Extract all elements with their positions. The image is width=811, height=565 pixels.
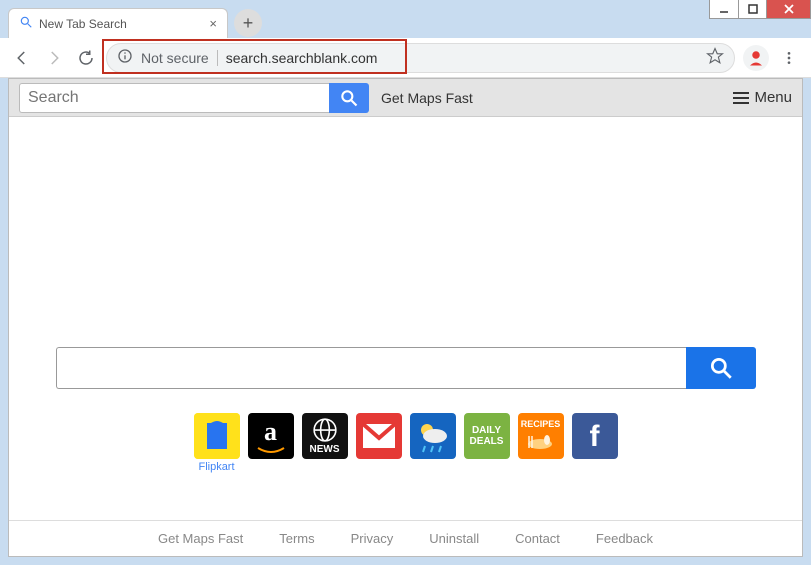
flipkart-icon bbox=[194, 413, 240, 459]
close-tab-icon[interactable]: × bbox=[209, 16, 217, 31]
tile-facebook[interactable]: f bbox=[572, 413, 618, 459]
tab-strip: New Tab Search × + bbox=[8, 8, 262, 38]
main-search-button[interactable] bbox=[686, 347, 756, 389]
url-text: search.searchblank.com bbox=[226, 50, 378, 66]
footer-maps-link[interactable]: Get Maps Fast bbox=[158, 531, 243, 546]
page-content: Get Maps Fast Menu Flipkart a bbox=[8, 78, 803, 557]
tile-flipkart[interactable]: Flipkart bbox=[194, 413, 240, 473]
tile-weather[interactable] bbox=[410, 413, 456, 459]
tile-amazon[interactable]: a bbox=[248, 413, 294, 459]
footer-terms-link[interactable]: Terms bbox=[279, 531, 314, 546]
footer-privacy-link[interactable]: Privacy bbox=[351, 531, 394, 546]
search-icon bbox=[19, 15, 33, 32]
tile-gmail[interactable] bbox=[356, 413, 402, 459]
address-bar[interactable]: Not secure search.searchblank.com bbox=[106, 43, 735, 73]
security-label: Not secure bbox=[141, 50, 218, 66]
weather-icon bbox=[410, 413, 456, 459]
top-search-button[interactable] bbox=[329, 83, 369, 113]
top-search-input[interactable] bbox=[19, 83, 329, 113]
window-controls bbox=[709, 0, 811, 19]
minimize-button[interactable] bbox=[710, 0, 738, 18]
footer-uninstall-link[interactable]: Uninstall bbox=[429, 531, 479, 546]
browser-tab[interactable]: New Tab Search × bbox=[8, 8, 228, 38]
news-icon: NEWS bbox=[302, 413, 348, 459]
reload-button[interactable] bbox=[74, 46, 98, 70]
get-maps-fast-link[interactable]: Get Maps Fast bbox=[381, 90, 473, 106]
hamburger-icon bbox=[733, 92, 749, 104]
main-search bbox=[56, 347, 756, 389]
browser-toolbar: Not secure search.searchblank.com bbox=[0, 38, 811, 78]
tile-daily-deals[interactable]: DAILY DEALS bbox=[464, 413, 510, 459]
shortcut-row: Flipkart a NEWS bbox=[194, 413, 618, 473]
close-window-button[interactable] bbox=[766, 0, 810, 18]
center-area: Flipkart a NEWS bbox=[9, 347, 802, 473]
daily-deals-icon: DAILY DEALS bbox=[464, 413, 510, 459]
recipes-icon: RECIPES bbox=[518, 413, 564, 459]
footer: Get Maps Fast Terms Privacy Uninstall Co… bbox=[9, 520, 802, 556]
facebook-icon: f bbox=[572, 413, 618, 459]
page-toolbar: Get Maps Fast Menu bbox=[9, 79, 802, 117]
maximize-button[interactable] bbox=[738, 0, 766, 18]
back-button[interactable] bbox=[10, 46, 34, 70]
tab-title: New Tab Search bbox=[39, 17, 127, 31]
gmail-icon bbox=[356, 413, 402, 459]
tile-recipes[interactable]: RECIPES bbox=[518, 413, 564, 459]
footer-feedback-link[interactable]: Feedback bbox=[596, 531, 653, 546]
footer-contact-link[interactable]: Contact bbox=[515, 531, 560, 546]
top-search bbox=[19, 83, 369, 113]
new-tab-button[interactable]: + bbox=[234, 9, 262, 37]
menu-label: Menu bbox=[754, 89, 792, 106]
info-icon bbox=[117, 48, 133, 67]
amazon-icon: a bbox=[248, 413, 294, 459]
profile-button[interactable] bbox=[743, 45, 769, 71]
tile-label: Flipkart bbox=[198, 461, 234, 473]
forward-button[interactable] bbox=[42, 46, 66, 70]
bookmark-star-icon[interactable] bbox=[706, 47, 724, 68]
page-menu-button[interactable]: Menu bbox=[733, 89, 792, 106]
tile-news[interactable]: NEWS bbox=[302, 413, 348, 459]
main-search-input[interactable] bbox=[56, 347, 686, 389]
browser-menu-button[interactable] bbox=[777, 46, 801, 70]
